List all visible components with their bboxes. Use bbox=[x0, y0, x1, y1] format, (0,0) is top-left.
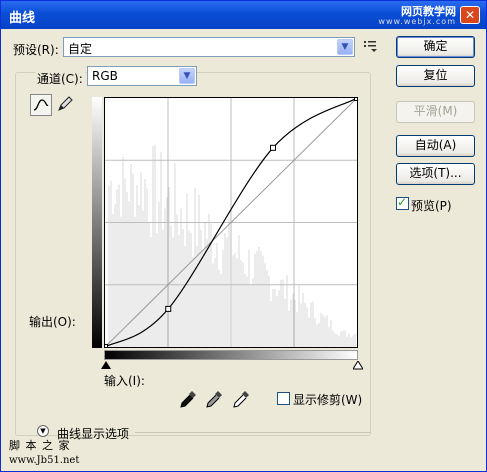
pencil-tool-icon[interactable] bbox=[56, 95, 76, 115]
smooth-button[interactable]: 平滑(M) bbox=[396, 101, 475, 123]
preview-checkbox[interactable] bbox=[396, 195, 409, 210]
auto-button[interactable]: 自动(A) bbox=[396, 135, 475, 157]
title-bar[interactable]: 曲线 网页教学网 www.webjx.com ✕ bbox=[1, 1, 486, 29]
black-point-eyedropper-icon[interactable] bbox=[179, 390, 197, 410]
chevron-down-icon[interactable]: ▼ bbox=[37, 425, 49, 437]
channel-value: RGB bbox=[92, 69, 118, 83]
gray-point-eyedropper-icon[interactable] bbox=[205, 390, 223, 410]
output-gradient-bar bbox=[92, 97, 102, 348]
preset-value: 自定 bbox=[68, 42, 93, 56]
preview-label[interactable]: 预览(P) bbox=[411, 197, 452, 214]
input-label: 输入(I): bbox=[104, 374, 145, 388]
chevron-down-icon[interactable]: ▼ bbox=[337, 39, 353, 55]
black-point-slider[interactable] bbox=[101, 361, 111, 370]
channel-select[interactable]: RGB ▼ bbox=[87, 66, 197, 86]
preset-select[interactable]: 自定 ▼ bbox=[63, 37, 355, 57]
close-icon[interactable]: ✕ bbox=[460, 6, 480, 24]
output-label: 输出(O): bbox=[29, 315, 76, 329]
watermark-bottom-url: www.Jb51.net bbox=[9, 455, 80, 466]
options-button[interactable]: 选项(T)... bbox=[396, 163, 475, 185]
preset-label: 预设(R): bbox=[13, 43, 59, 57]
curve-point-tool-icon[interactable] bbox=[30, 94, 52, 116]
ok-button[interactable]: 确定 bbox=[396, 36, 475, 58]
separator-line bbox=[135, 432, 371, 433]
curve-control-point[interactable] bbox=[102, 344, 108, 350]
channel-label: 通道(C): bbox=[35, 70, 85, 87]
curve-control-point[interactable] bbox=[270, 144, 276, 151]
curve-control-point[interactable] bbox=[165, 305, 172, 312]
white-point-slider[interactable] bbox=[353, 361, 363, 370]
curves-dialog: 曲线 网页教学网 www.webjx.com ✕ 预设(R): 自定 ▼ 通道(… bbox=[0, 0, 487, 472]
curves-graph[interactable] bbox=[102, 95, 360, 350]
curve-control-point[interactable] bbox=[354, 95, 360, 101]
reset-button[interactable]: 复位 bbox=[396, 65, 475, 87]
chevron-down-icon[interactable]: ▼ bbox=[179, 68, 195, 84]
input-gradient-bar bbox=[104, 350, 358, 360]
watermark-top-url: www.webjx.com bbox=[378, 17, 456, 26]
preset-menu-icon[interactable] bbox=[364, 40, 378, 52]
curves-graph-canvas[interactable] bbox=[102, 95, 360, 350]
window-title: 曲线 bbox=[9, 11, 36, 26]
white-point-eyedropper-icon[interactable] bbox=[232, 390, 250, 410]
show-clipping-checkbox[interactable] bbox=[277, 392, 290, 405]
show-clipping-label[interactable]: 显示修剪(W) bbox=[293, 391, 362, 408]
watermark-bottom-text: 脚 本 之 家 bbox=[9, 439, 71, 452]
